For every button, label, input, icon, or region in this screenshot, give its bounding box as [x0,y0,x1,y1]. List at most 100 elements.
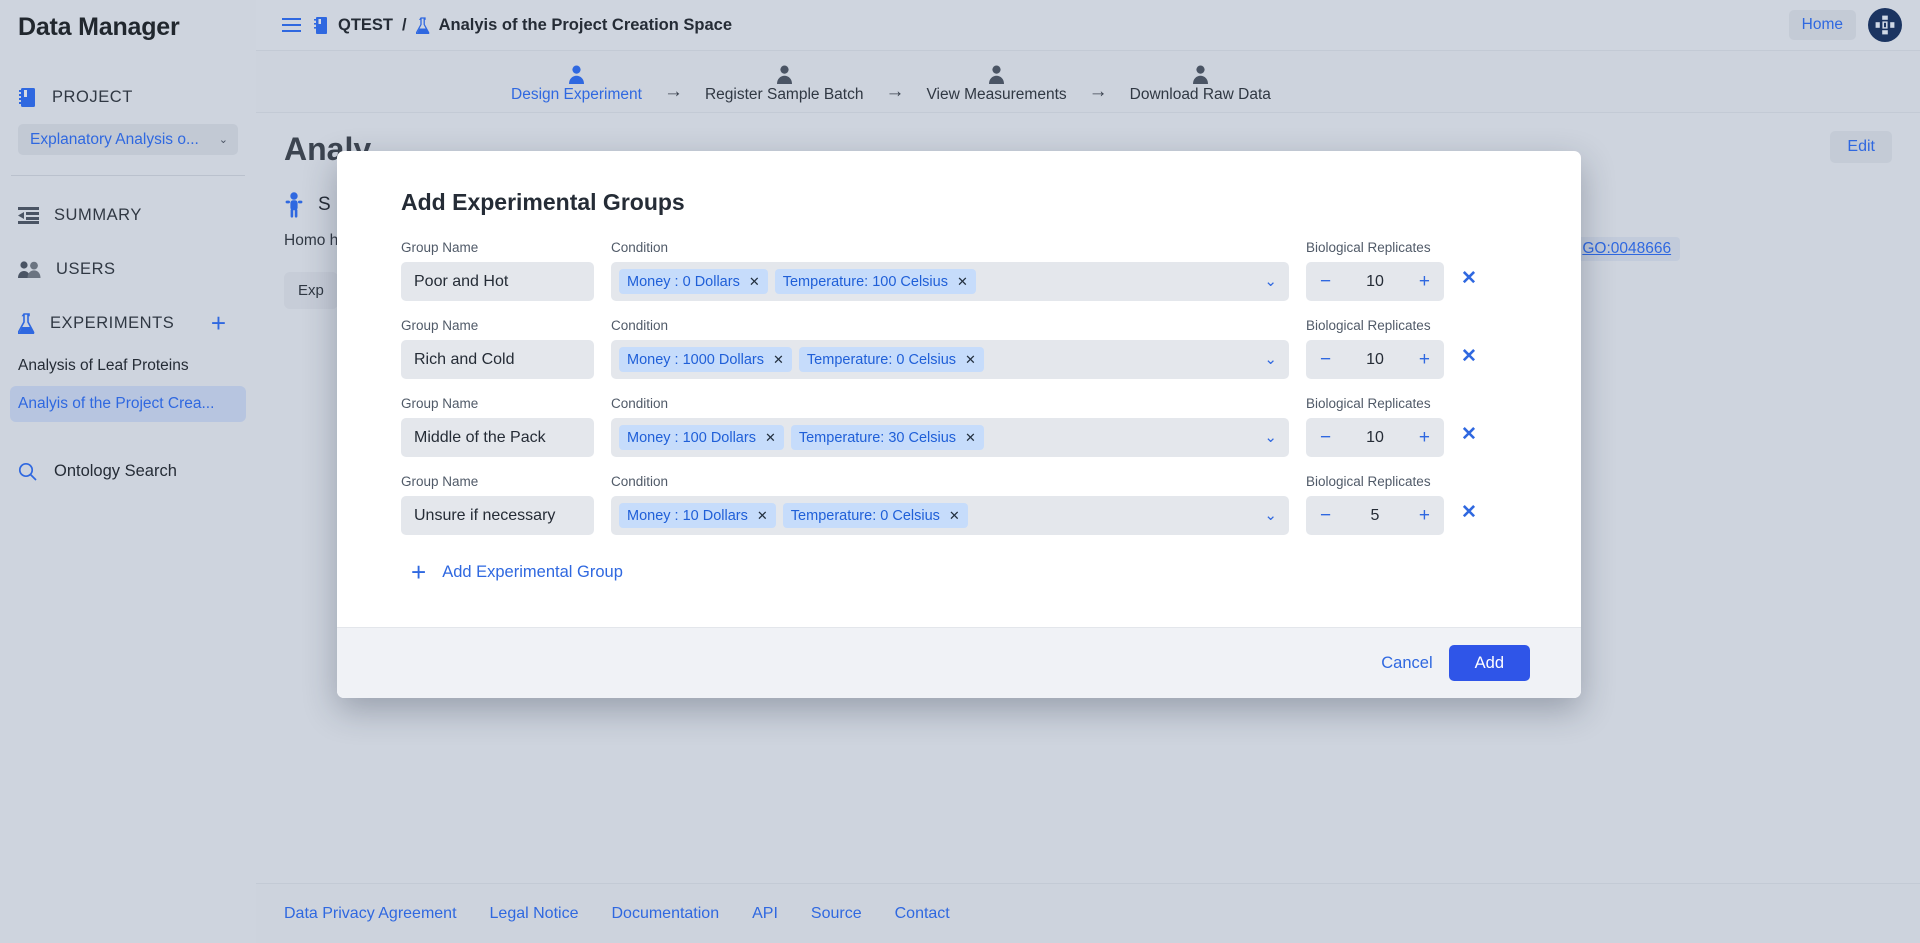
step-label: Design Experiment [511,86,642,104]
condition-chip[interactable]: Temperature: 0 Celsius ✕ [799,347,984,372]
sidebar-label-users: USERS [56,260,116,279]
replicates-stepper: − 10 + [1306,262,1444,301]
group-name-input[interactable] [401,340,594,379]
project-selector[interactable]: Explanatory Analysis o... ⌄ [18,124,238,155]
step-design-experiment[interactable]: Design Experiment [511,65,642,104]
close-icon[interactable]: ✕ [949,509,960,522]
step-download-raw-data[interactable]: Download Raw Data [1130,65,1271,104]
footer-link-legal-notice[interactable]: Legal Notice [490,905,579,923]
replicates-label: Biological Replicates [1306,240,1444,255]
condition-field: Condition Money : 100 Dollars ✕ Temperat… [611,396,1289,457]
breadcrumb-project[interactable]: QTEST [338,16,393,35]
replicates-field: Biological Replicates − 10 + [1306,240,1444,301]
condition-select[interactable]: Money : 10 Dollars ✕ Temperature: 0 Cels… [611,496,1289,535]
close-icon[interactable]: ✕ [757,509,768,522]
footer-link-data-privacy-agreement[interactable]: Data Privacy Agreement [284,905,457,923]
condition-label: Condition [611,240,1289,255]
group-name-field: Group Name [401,396,594,457]
summary-icon [18,207,39,224]
cancel-button[interactable]: Cancel [1381,654,1432,673]
app-logo-icon[interactable] [1868,8,1902,42]
step-view-measurements[interactable]: View Measurements [926,65,1066,104]
condition-field: Condition Money : 10 Dollars ✕ Temperatu… [611,474,1289,535]
close-icon[interactable]: ✕ [765,431,776,444]
replicates-label: Biological Replicates [1306,396,1444,411]
notebook-icon [314,17,329,34]
close-icon[interactable]: ✕ [957,275,968,288]
replicates-increment-button[interactable]: + [1419,506,1430,525]
replicates-decrement-button[interactable]: − [1320,350,1331,369]
replicates-stepper: − 5 + [1306,496,1444,535]
remove-group-button[interactable]: ✕ [1461,345,1477,368]
sidebar-item-users[interactable]: USERS [0,246,256,292]
condition-chip[interactable]: Money : 100 Dollars ✕ [619,425,784,450]
dialog-footer: Cancel Add [337,627,1581,698]
search-icon [18,462,37,481]
add-experimental-group-button[interactable]: + Add Experimental Group [411,559,1517,627]
add-button[interactable]: Add [1449,645,1530,681]
condition-chip[interactable]: Money : 1000 Dollars ✕ [619,347,792,372]
close-icon[interactable]: ✕ [749,275,760,288]
condition-chip[interactable]: Temperature: 30 Celsius ✕ [791,425,984,450]
condition-select[interactable]: Money : 100 Dollars ✕ Temperature: 30 Ce… [611,418,1289,457]
replicates-increment-button[interactable]: + [1419,272,1430,291]
person-icon [568,65,585,84]
footer-link-documentation[interactable]: Documentation [611,905,719,923]
sidebar-item-experiment-active[interactable]: Analyis of the Project Crea... [10,386,246,422]
remove-group-button[interactable]: ✕ [1461,501,1477,524]
replicates-decrement-button[interactable]: − [1320,272,1331,291]
add-experiment-button[interactable]: + [211,310,226,336]
condition-field: Condition Money : 0 Dollars ✕ Temperatur… [611,240,1289,301]
footer-link-api[interactable]: API [752,905,778,923]
sidebar-item-summary[interactable]: SUMMARY [0,192,256,238]
sidebar-item-ontology-search[interactable]: Ontology Search [0,448,256,494]
person-icon [1192,65,1209,84]
replicates-stepper: − 10 + [1306,418,1444,457]
remove-group-button[interactable]: ✕ [1461,423,1477,446]
menu-icon[interactable] [282,18,301,32]
condition-select[interactable]: Money : 0 Dollars ✕ Temperature: 100 Cel… [611,262,1289,301]
footer-link-source[interactable]: Source [811,905,862,923]
sidebar-divider [11,175,245,176]
remove-group-button[interactable]: ✕ [1461,267,1477,290]
replicates-value: 10 [1366,351,1384,369]
group-name-label: Group Name [401,396,594,411]
close-icon[interactable]: ✕ [773,353,784,366]
close-icon[interactable]: ✕ [965,353,976,366]
group-name-input[interactable] [401,496,594,535]
group-name-input[interactable] [401,418,594,457]
edit-button[interactable]: Edit [1830,131,1892,163]
condition-chip-label: Temperature: 30 Celsius [799,430,956,446]
close-icon[interactable]: ✕ [965,431,976,444]
group-name-label: Group Name [401,240,594,255]
step-register-sample-batch[interactable]: Register Sample Batch [705,65,864,104]
replicates-value: 5 [1371,507,1380,525]
condition-chip[interactable]: Money : 10 Dollars ✕ [619,503,776,528]
breadcrumb-experiment[interactable]: Analyis of the Project Creation Space [439,16,732,35]
replicates-increment-button[interactable]: + [1419,428,1430,447]
dialog-body: Group Name Condition Money : 0 Dollars ✕… [337,216,1581,627]
condition-chip-label: Temperature: 0 Celsius [791,508,940,524]
chevron-down-icon[interactable]: ⌄ [1264,274,1277,289]
condition-chip[interactable]: Temperature: 0 Celsius ✕ [783,503,968,528]
chevron-down-icon[interactable]: ⌄ [1264,508,1277,523]
replicates-decrement-button[interactable]: − [1320,428,1331,447]
condition-select[interactable]: Money : 1000 Dollars ✕ Temperature: 0 Ce… [611,340,1289,379]
replicates-decrement-button[interactable]: − [1320,506,1331,525]
home-button[interactable]: Home [1789,10,1856,40]
condition-chip-label: Money : 0 Dollars [627,274,740,290]
group-name-label: Group Name [401,474,594,489]
replicates-value: 10 [1366,429,1384,447]
analyte-ontology-link[interactable]: GO:0048666 [1573,237,1680,261]
add-experimental-groups-dialog: Add Experimental Groups Group Name Condi… [337,151,1581,698]
sidebar-experiments-list: Analysis of Leaf Proteins Analyis of the… [0,348,256,422]
footer-link-contact[interactable]: Contact [895,905,950,923]
chevron-down-icon[interactable]: ⌄ [1264,352,1277,367]
chevron-down-icon[interactable]: ⌄ [1264,430,1277,445]
group-name-input[interactable] [401,262,594,301]
condition-chip[interactable]: Money : 0 Dollars ✕ [619,269,768,294]
condition-chip[interactable]: Temperature: 100 Celsius ✕ [775,269,976,294]
sidebar-item-experiment[interactable]: Analysis of Leaf Proteins [10,348,246,384]
replicates-increment-button[interactable]: + [1419,350,1430,369]
sidebar-section-experiments: EXPERIMENTS + [0,300,256,346]
